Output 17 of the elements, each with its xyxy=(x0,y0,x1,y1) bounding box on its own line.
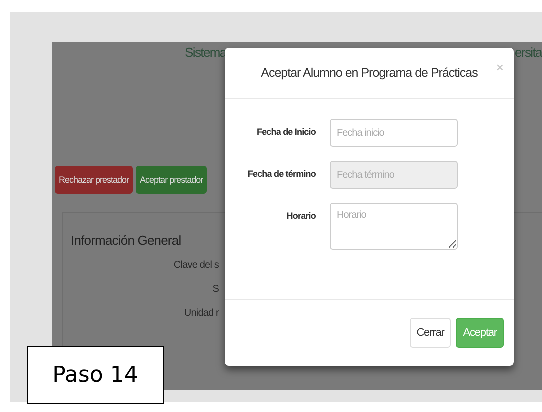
system-title: Sistema xyxy=(185,45,226,60)
field-label: Fecha de Inicio xyxy=(256,126,316,137)
field-label: Fecha de término xyxy=(246,168,316,179)
accept-button[interactable]: Aceptar xyxy=(456,318,504,348)
accept-button[interactable]: Aceptar prestador xyxy=(136,166,208,194)
field-label: Horario xyxy=(286,210,316,221)
input-field[interactable]: Fecha inicio xyxy=(330,119,458,147)
system-title: ersita xyxy=(515,45,542,60)
step-label: Paso 14 xyxy=(27,346,164,404)
modal-title: Aceptar Alumno en Programa de Prácticas xyxy=(261,66,478,80)
close-button[interactable]: Cerrar xyxy=(410,318,452,348)
field-label: Unidad r xyxy=(184,308,219,319)
textarea-field[interactable]: Horario xyxy=(330,203,458,250)
field-label: S xyxy=(212,284,219,295)
field-label: Clave del s xyxy=(174,260,219,271)
panel-heading: Información General xyxy=(71,233,182,248)
reject-button[interactable]: Rechazar prestador xyxy=(55,166,134,194)
